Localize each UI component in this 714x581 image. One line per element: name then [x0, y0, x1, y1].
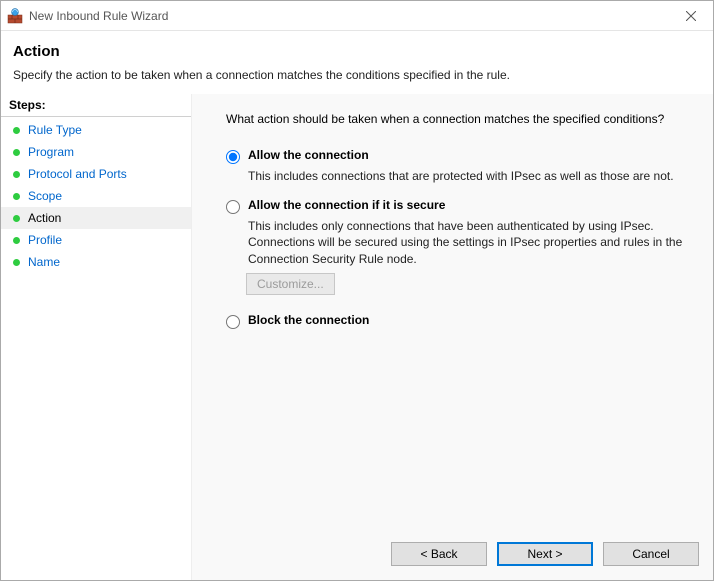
- step-label: Protocol and Ports: [28, 167, 127, 181]
- step-scope[interactable]: Scope: [1, 185, 191, 207]
- close-button[interactable]: [668, 1, 713, 30]
- titlebar: New Inbound Rule Wizard: [1, 1, 713, 31]
- step-label: Action: [28, 211, 61, 225]
- step-program[interactable]: Program: [1, 141, 191, 163]
- bullet-icon: [13, 171, 20, 178]
- option-allow-title: Allow the connection: [248, 148, 369, 162]
- wizard-body: Steps: Rule Type Program Protocol and Po…: [1, 94, 713, 580]
- step-label: Scope: [28, 189, 62, 203]
- step-profile[interactable]: Profile: [1, 229, 191, 251]
- bullet-icon: [13, 237, 20, 244]
- page-description: Specify the action to be taken when a co…: [13, 68, 701, 82]
- customize-button: Customize...: [246, 273, 335, 295]
- steps-sidebar: Steps: Rule Type Program Protocol and Po…: [1, 94, 191, 580]
- radio-block[interactable]: [226, 315, 240, 329]
- back-button[interactable]: < Back: [391, 542, 487, 566]
- step-label: Profile: [28, 233, 62, 247]
- option-block-title: Block the connection: [248, 313, 369, 327]
- option-allow-secure[interactable]: Allow the connection if it is secure: [226, 198, 689, 214]
- option-allow-secure-desc: This includes only connections that have…: [248, 218, 689, 267]
- option-allow-secure-title: Allow the connection if it is secure: [248, 198, 445, 212]
- wizard-header: Action Specify the action to be taken wh…: [1, 31, 713, 94]
- main-panel: What action should be taken when a conne…: [191, 94, 713, 580]
- radio-allow-secure[interactable]: [226, 200, 240, 214]
- content-area: What action should be taken when a conne…: [192, 94, 713, 532]
- option-allow-desc: This includes connections that are prote…: [248, 168, 689, 184]
- steps-list: Rule Type Program Protocol and Ports Sco…: [1, 117, 191, 273]
- window-title: New Inbound Rule Wizard: [29, 9, 668, 23]
- wizard-window: New Inbound Rule Wizard Action Specify t…: [0, 0, 714, 581]
- step-action[interactable]: Action: [1, 207, 191, 229]
- step-label: Rule Type: [28, 123, 82, 137]
- step-rule-type[interactable]: Rule Type: [1, 119, 191, 141]
- steps-heading: Steps:: [1, 94, 191, 117]
- step-protocol-ports[interactable]: Protocol and Ports: [1, 163, 191, 185]
- step-label: Name: [28, 255, 60, 269]
- bullet-icon: [13, 215, 20, 222]
- question-text: What action should be taken when a conne…: [226, 112, 689, 126]
- bullet-icon: [13, 259, 20, 266]
- step-name[interactable]: Name: [1, 251, 191, 273]
- next-button[interactable]: Next >: [497, 542, 593, 566]
- bullet-icon: [13, 127, 20, 134]
- bullet-icon: [13, 149, 20, 156]
- cancel-button[interactable]: Cancel: [603, 542, 699, 566]
- page-title: Action: [13, 43, 701, 60]
- firewall-icon: [7, 8, 23, 24]
- radio-allow[interactable]: [226, 150, 240, 164]
- step-label: Program: [28, 145, 74, 159]
- option-block[interactable]: Block the connection: [226, 313, 689, 329]
- option-allow[interactable]: Allow the connection: [226, 148, 689, 164]
- wizard-footer: < Back Next > Cancel: [192, 532, 713, 580]
- bullet-icon: [13, 193, 20, 200]
